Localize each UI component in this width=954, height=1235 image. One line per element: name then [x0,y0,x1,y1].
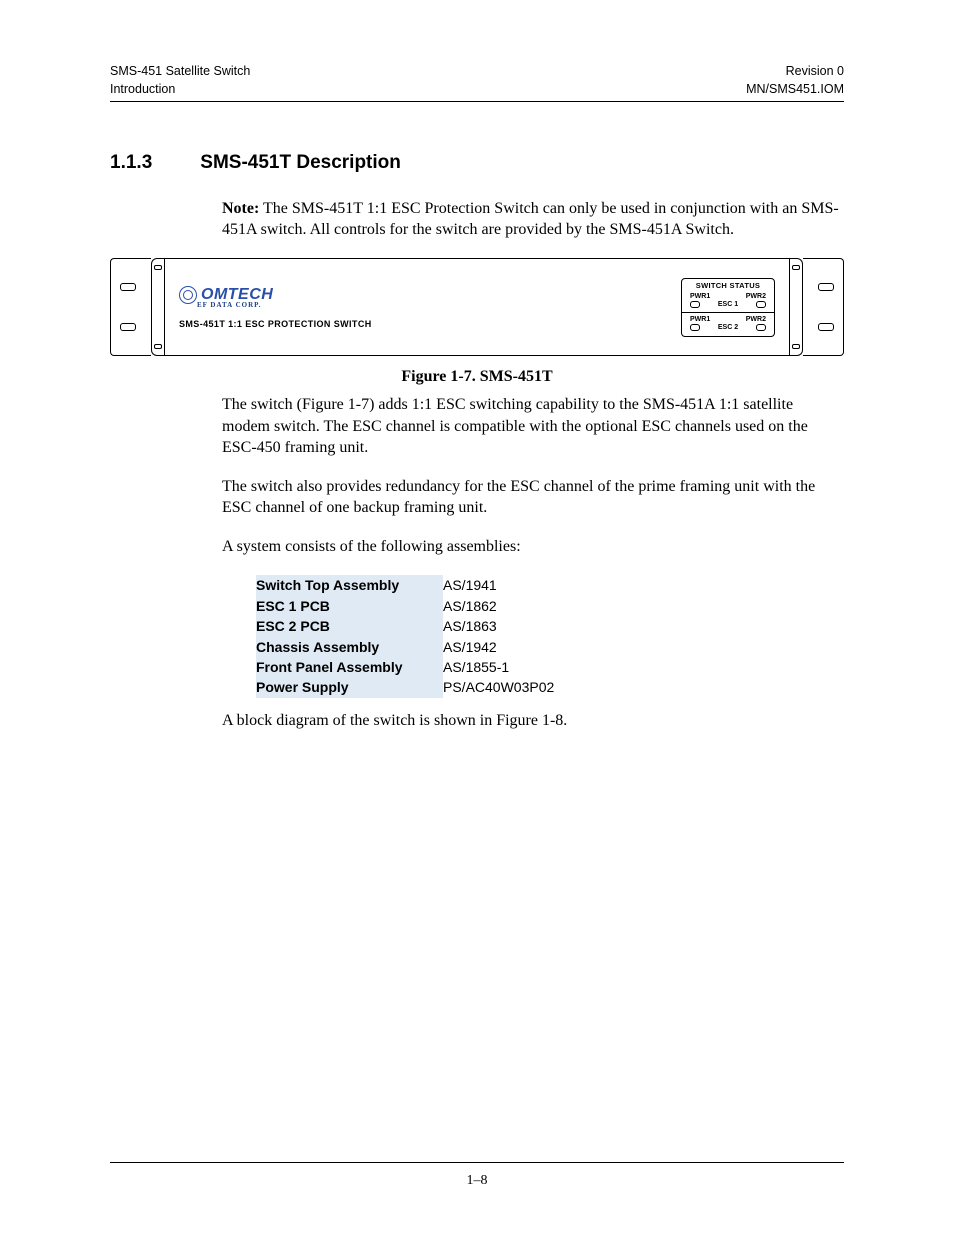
status-divider [682,312,774,313]
globe-icon [179,286,197,304]
rack-handle-right [790,258,803,356]
status-row-2: PWR1 PWR2 [687,316,769,324]
assembly-pn: AS/1941 [442,575,564,595]
assembly-name: ESC 2 PCB [256,616,442,636]
assembly-pn: PS/AC40W03P02 [442,677,564,697]
para-1: The switch (Figure 1-7) adds 1:1 ESC swi… [222,394,844,457]
faceplate: OMTECH EF DATA CORP. SMS-451T 1:1 ESC PR… [164,258,790,356]
table-row: ESC 1 PCBAS/1862 [256,596,564,616]
assemblies-table: Switch Top AssemblyAS/1941ESC 1 PCBAS/18… [256,575,564,698]
switch-status-box: SWITCH STATUS PWR1 PWR2 ESC 1 PWR1 PWR2 [681,278,775,337]
led-row-1: ESC 1 [687,301,769,309]
led-icon [756,301,766,308]
running-header-line2: Introduction MN/SMS451.IOM [110,82,844,98]
header-right-1: Revision 0 [786,64,844,80]
assembly-name: Power Supply [256,677,442,697]
mount-slot-icon [120,323,136,331]
assembly-pn: AS/1862 [442,596,564,616]
running-header-line1: SMS-451 Satellite Switch Revision 0 [110,64,844,80]
model-label: SMS-451T 1:1 ESC PROTECTION SWITCH [179,319,372,329]
figure-panel: OMTECH EF DATA CORP. SMS-451T 1:1 ESC PR… [110,258,844,356]
faceplate-left: OMTECH EF DATA CORP. SMS-451T 1:1 ESC PR… [179,286,372,329]
section-heading: 1.1.3 SMS-451T Description [110,152,844,174]
esc2-label: ESC 2 [718,324,738,332]
table-row: Switch Top AssemblyAS/1941 [256,575,564,595]
assemblies-tbody: Switch Top AssemblyAS/1941ESC 1 PCBAS/18… [256,575,564,698]
brand-block: OMTECH EF DATA CORP. [179,286,372,309]
table-row: Front Panel AssemblyAS/1855-1 [256,657,564,677]
section-title: SMS-451T Description [200,152,401,174]
status-title: SWITCH STATUS [687,282,769,291]
note-label: Note: [222,200,259,217]
led-icon [690,324,700,331]
mount-slot-icon [120,283,136,291]
footer-rule [110,1162,844,1163]
status-row-1: PWR1 PWR2 [687,293,769,301]
header-rule [110,101,844,102]
esc1-label: ESC 1 [718,301,738,309]
page: SMS-451 Satellite Switch Revision 0 Intr… [0,0,954,1235]
rack-ear-left [110,258,145,356]
mount-slot-icon [818,323,834,331]
assembly-pn: AS/1863 [442,616,564,636]
assembly-pn: AS/1942 [442,637,564,657]
led-icon [690,301,700,308]
assembly-name: Front Panel Assembly [256,657,442,677]
led-row-2: ESC 2 [687,324,769,332]
table-row: Chassis AssemblyAS/1942 [256,637,564,657]
para-2: The switch also provides redundancy for … [222,476,844,518]
table-row: Power SupplyPS/AC40W03P02 [256,677,564,697]
assembly-pn: AS/1855-1 [442,657,564,677]
pwr2-label-2: PWR2 [746,316,766,324]
rack-ear-right [809,258,844,356]
header-left-2: Introduction [110,82,175,98]
body-after-fig: The switch (Figure 1-7) adds 1:1 ESC swi… [222,394,844,731]
pwr1-label: PWR1 [690,293,710,301]
assembly-name: ESC 1 PCB [256,596,442,616]
rack-handle-left [151,258,164,356]
mount-slot-icon [818,283,834,291]
brand-sub: EF DATA CORP. [197,301,372,309]
header-left-1: SMS-451 Satellite Switch [110,64,250,80]
pwr1-label-2: PWR1 [690,316,710,324]
header-right-2: MN/SMS451.IOM [746,82,844,98]
page-number: 1–8 [467,1173,488,1188]
assembly-name: Chassis Assembly [256,637,442,657]
footer: 1–8 [110,1162,844,1189]
led-icon [756,324,766,331]
body: Note: The SMS-451T 1:1 ESC Protection Sw… [222,198,844,240]
section-number: 1.1.3 [110,152,152,174]
note-paragraph: Note: The SMS-451T 1:1 ESC Protection Sw… [222,198,844,240]
figure-caption: Figure 1-7. SMS-451T [110,368,844,386]
para-3: A system consists of the following assem… [222,536,844,557]
assembly-name: Switch Top Assembly [256,575,442,595]
pwr2-label: PWR2 [746,293,766,301]
para-4: A block diagram of the switch is shown i… [222,710,844,731]
table-row: ESC 2 PCBAS/1863 [256,616,564,636]
note-text: The SMS-451T 1:1 ESC Protection Switch c… [222,200,839,238]
